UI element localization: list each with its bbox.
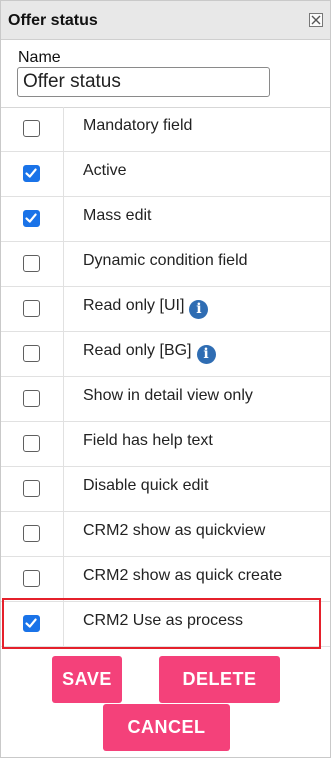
option-label-text: Active: [83, 162, 127, 179]
name-label: Name: [18, 49, 61, 66]
column-divider: [63, 107, 64, 151]
option-label: Disable quick edit: [83, 477, 208, 495]
option-label: Active: [83, 162, 127, 180]
option-row: CRM2 show as quick create: [1, 557, 330, 602]
column-divider: [63, 332, 64, 376]
option-checkbox[interactable]: [23, 480, 40, 497]
column-divider: [63, 602, 64, 646]
option-row: Disable quick edit: [1, 467, 330, 512]
option-row: Field has help text: [1, 422, 330, 467]
column-divider: [63, 557, 64, 601]
option-row: Mandatory field: [1, 107, 330, 152]
option-label: Read only [BG] i: [83, 342, 216, 364]
cancel-button[interactable]: CANCEL: [103, 704, 230, 751]
panel-titlebar: Offer status: [1, 1, 330, 40]
option-checkbox[interactable]: [23, 210, 40, 227]
option-label: Field has help text: [83, 432, 213, 450]
column-divider: [63, 197, 64, 241]
option-label: CRM2 Use as process: [83, 612, 243, 630]
column-divider: [63, 152, 64, 196]
option-checkbox[interactable]: [23, 525, 40, 542]
option-checkbox[interactable]: [23, 435, 40, 452]
option-label-text: CRM2 show as quick create: [83, 567, 283, 584]
option-label: Mass edit: [83, 207, 151, 225]
option-checkbox[interactable]: [23, 120, 40, 137]
option-label: Dynamic condition field: [83, 252, 248, 270]
option-label: Read only [UI] i: [83, 297, 209, 319]
close-icon[interactable]: [309, 13, 323, 27]
column-divider: [63, 287, 64, 331]
column-divider: [63, 422, 64, 466]
panel-title: Offer status: [8, 12, 98, 29]
option-row: Read only [UI] i: [1, 287, 330, 332]
column-divider: [63, 377, 64, 421]
option-label: CRM2 show as quick create: [83, 567, 282, 585]
name-input[interactable]: [17, 67, 270, 97]
option-label: CRM2 show as quickview: [83, 522, 265, 540]
name-field-group: Name: [1, 40, 330, 108]
option-label-text: Field has help text: [83, 432, 213, 449]
option-row: Active: [1, 152, 330, 197]
option-label: Show in detail view only: [83, 387, 253, 405]
option-label-text: Read only [BG]: [83, 342, 192, 359]
option-checkbox[interactable]: [23, 300, 40, 317]
option-label-text: CRM2 Use as process: [83, 612, 244, 629]
delete-button[interactable]: DELETE: [159, 656, 280, 703]
info-icon[interactable]: i: [196, 345, 216, 364]
option-label-text: Mass edit: [83, 207, 152, 224]
offer-status-panel: Offer status Name Mandatory fieldActiveM…: [0, 0, 331, 758]
option-checkbox[interactable]: [23, 570, 40, 587]
options-list: Mandatory field Active Mass edit Dynamic co…: [1, 107, 330, 647]
option-label-text: CRM2 show as quickview: [83, 522, 266, 539]
option-row: Show in detail view only: [1, 377, 330, 422]
option-row: CRM2 Use as process: [1, 602, 330, 647]
option-label-text: Show in detail view only: [83, 387, 253, 404]
option-label: Mandatory field: [83, 117, 192, 135]
option-row: Read only [BG] i: [1, 332, 330, 377]
option-checkbox[interactable]: [23, 390, 40, 407]
option-label-text: Dynamic condition field: [83, 252, 248, 269]
info-icon[interactable]: i: [189, 300, 209, 319]
option-checkbox[interactable]: [23, 255, 40, 272]
option-row: Dynamic condition field: [1, 242, 330, 287]
option-label-text: Read only [UI]: [83, 297, 185, 314]
column-divider: [63, 467, 64, 511]
option-row: Mass edit: [1, 197, 330, 242]
option-row: CRM2 show as quickview: [1, 512, 330, 557]
option-checkbox[interactable]: [23, 345, 40, 362]
column-divider: [63, 512, 64, 556]
option-label-text: Disable quick edit: [83, 477, 209, 494]
option-checkbox[interactable]: [23, 165, 40, 182]
column-divider: [63, 242, 64, 286]
option-label-text: Mandatory field: [83, 117, 193, 134]
option-checkbox[interactable]: [23, 615, 40, 632]
save-button[interactable]: SAVE: [52, 656, 122, 703]
